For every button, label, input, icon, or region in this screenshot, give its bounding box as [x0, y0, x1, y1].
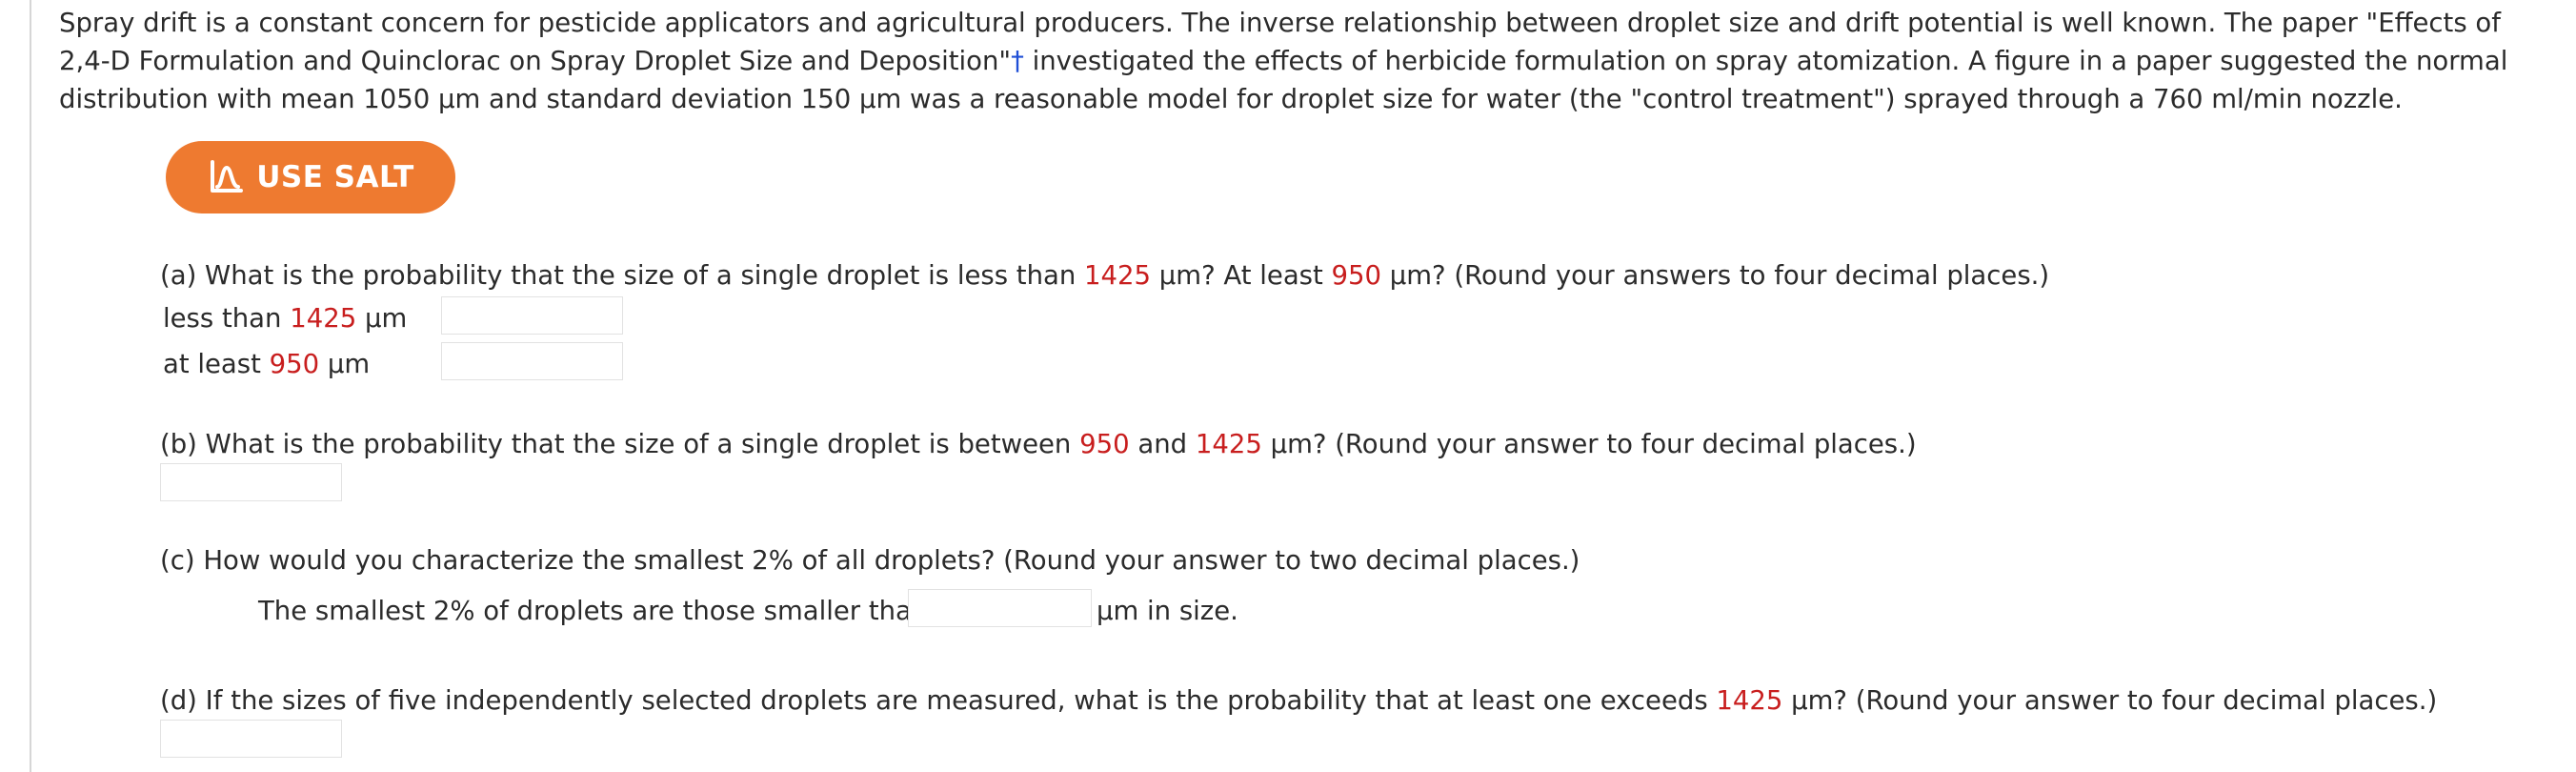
part-c-input[interactable]	[908, 589, 1092, 627]
part-b-input[interactable]	[160, 463, 342, 501]
part-d-text: (d) If the sizes of five independently s…	[160, 685, 1717, 716]
part-a-at-least-input[interactable]	[441, 342, 623, 380]
part-b-value2: 1425	[1195, 429, 1262, 459]
part-b-value1: 950	[1079, 429, 1130, 459]
part-c-sentence-start: The smallest 2% of droplets are those sm…	[258, 596, 929, 626]
row1-unit: μm	[356, 303, 408, 334]
footnote-dagger-link[interactable]: †	[1011, 46, 1024, 76]
part-a-value1: 1425	[1084, 260, 1152, 291]
part-a-value2: 950	[1331, 260, 1382, 291]
part-a-row1-label: less than 1425 μm	[163, 301, 407, 335]
row2-prefix: at least	[163, 349, 270, 379]
part-a-less-than-input[interactable]	[441, 296, 623, 335]
part-b-text-end: μm? (Round your answer to four decimal p…	[1261, 429, 1917, 459]
row2-unit: μm	[319, 349, 371, 379]
part-a-row2-label: at least 950 μm	[163, 347, 370, 381]
row1-value: 1425	[290, 303, 357, 334]
part-b-text: (b) What is the probability that the siz…	[160, 429, 1080, 459]
use-salt-button[interactable]: USE SALT	[166, 141, 455, 213]
left-border	[30, 0, 31, 772]
part-a-text-end: μm? (Round your answers to four decimal …	[1381, 260, 2050, 291]
problem-intro: Spray drift is a constant concern for pe…	[59, 4, 2555, 118]
part-a-text-mid: μm? At least	[1151, 260, 1332, 291]
part-a-text: (a) What is the probability that the siz…	[160, 260, 1085, 291]
part-a-question: (a) What is the probability that the siz…	[160, 258, 2049, 293]
part-b-question: (b) What is the probability that the siz…	[160, 427, 1917, 461]
part-c-question: (c) How would you characterize the small…	[160, 545, 1580, 576]
part-d-question: (d) If the sizes of five independently s…	[160, 683, 2437, 718]
salt-curve-icon	[211, 160, 244, 193]
part-c-sentence-end: μm in size.	[1097, 596, 1238, 626]
part-d-value: 1425	[1716, 685, 1783, 716]
row2-value: 950	[269, 349, 320, 379]
part-d-input[interactable]	[160, 720, 342, 758]
use-salt-label: USE SALT	[256, 160, 414, 194]
part-d-text-end: μm? (Round your answer to four decimal p…	[1782, 685, 2438, 716]
part-b-text-mid: and	[1129, 429, 1196, 459]
question-page: Spray drift is a constant concern for pe…	[0, 0, 2576, 772]
row1-prefix: less than	[163, 303, 291, 334]
